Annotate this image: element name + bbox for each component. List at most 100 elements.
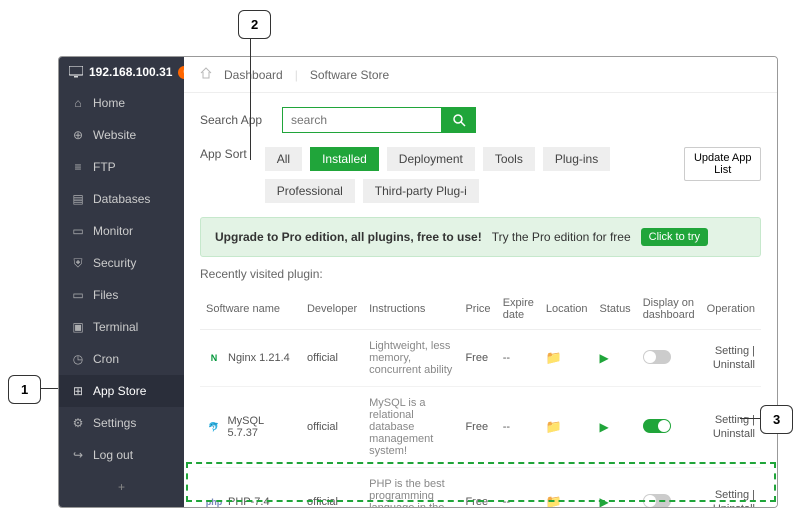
sidebar-icon: ▭: [71, 224, 85, 238]
col-header: Display on dashboard: [637, 289, 701, 330]
sidebar-icon: ⊕: [71, 128, 85, 142]
main-panel: Dashboard | Software Store Search App Ap…: [184, 57, 777, 507]
col-header: Software name: [200, 289, 301, 330]
setting-link[interactable]: Setting: [715, 345, 749, 357]
sidebar-item-terminal[interactable]: ▣ Terminal: [59, 311, 184, 343]
col-header: Operation: [701, 289, 761, 330]
sidebar-add[interactable]: +: [59, 471, 184, 503]
sidebar-icon: ⚙: [71, 416, 85, 430]
sidebar-item-files[interactable]: ▭ Files: [59, 279, 184, 311]
app-icon: 🐬: [206, 419, 221, 435]
software-name[interactable]: PHP-7.4: [228, 496, 270, 507]
banner-text-2: Try the Pro edition for free: [492, 230, 631, 244]
status-running-icon[interactable]: ▶: [600, 351, 609, 365]
breadcrumb-dashboard[interactable]: Dashboard: [224, 68, 283, 82]
recent-label: Recently visited plugin:: [200, 267, 761, 281]
sidebar-icon: ≡: [71, 160, 85, 174]
tab-deployment[interactable]: Deployment: [387, 147, 475, 171]
callout-3: 3: [760, 405, 793, 434]
sidebar-item-label: Website: [93, 128, 136, 142]
tab-plug-ins[interactable]: Plug-ins: [543, 147, 610, 171]
folder-icon[interactable]: 📁: [546, 494, 562, 507]
uninstall-link[interactable]: Uninstall: [713, 503, 755, 507]
status-running-icon[interactable]: ▶: [600, 495, 609, 507]
display-toggle[interactable]: [643, 494, 671, 508]
expire-date: --: [497, 387, 540, 468]
tab-all[interactable]: All: [265, 147, 302, 171]
banner-text-1: Upgrade to Pro edition, all plugins, fre…: [215, 230, 482, 244]
tab-installed[interactable]: Installed: [310, 147, 379, 171]
col-header: Price: [459, 289, 496, 330]
col-header: Status: [594, 289, 637, 330]
display-toggle[interactable]: [643, 350, 671, 364]
sidebar-item-label: Monitor: [93, 224, 133, 238]
tab-tools[interactable]: Tools: [483, 147, 535, 171]
sidebar-icon: ↪: [71, 448, 85, 462]
uninstall-link[interactable]: Uninstall: [713, 428, 755, 440]
status-running-icon[interactable]: ▶: [600, 420, 609, 434]
setting-link[interactable]: Setting: [715, 414, 749, 426]
callout-1: 1: [8, 375, 41, 404]
home-icon: [200, 67, 212, 82]
table-row: 🐬 MySQL 5.7.37officialMySQL is a relation…: [200, 387, 761, 468]
table-row: phpPHP-7.4officialPHP is the best progra…: [200, 468, 761, 508]
sidebar-item-databases[interactable]: ▤Databases: [59, 183, 184, 215]
search-input[interactable]: [282, 107, 442, 133]
sidebar-item-label: FTP: [93, 160, 116, 174]
sidebar-item-label: Settings: [93, 416, 136, 430]
server-ip: 192.168.100.31: [89, 65, 172, 79]
sidebar-item-security[interactable]: ⛨Security: [59, 247, 184, 279]
tab-professional[interactable]: Professional: [265, 179, 355, 203]
app-icon: N: [206, 350, 222, 366]
price: Free: [459, 330, 496, 387]
sidebar-icon: ▣: [71, 320, 85, 334]
setting-link[interactable]: Setting: [715, 489, 749, 501]
sidebar-icon: ◷: [71, 352, 85, 366]
table-row: NNginx 1.21.4officialLightweight, less m…: [200, 330, 761, 387]
display-toggle[interactable]: [643, 419, 671, 433]
col-header: Expire date: [497, 289, 540, 330]
uninstall-link[interactable]: Uninstall: [713, 359, 755, 371]
tab-third-party-plug-i[interactable]: Third-party Plug-i: [363, 179, 479, 203]
sidebar-item-label: App Store: [93, 384, 146, 398]
breadcrumb-software-store: Software Store: [310, 68, 389, 82]
sidebar-icon: ▭: [71, 288, 85, 302]
expire-date: --: [497, 330, 540, 387]
sidebar-item-ftp[interactable]: ≡ FTP: [59, 151, 184, 183]
folder-icon[interactable]: 📁: [546, 350, 562, 365]
app-icon: php: [206, 494, 222, 507]
sidebar-item-app-store[interactable]: ⊞ App Store: [59, 375, 184, 407]
sidebar-item-settings[interactable]: ⚙ Settings: [59, 407, 184, 439]
developer: official: [301, 330, 363, 387]
update-app-list-button[interactable]: Update App List: [684, 147, 761, 181]
pro-banner: Upgrade to Pro edition, all plugins, fre…: [200, 217, 761, 257]
developer: official: [301, 468, 363, 508]
search-icon: [452, 113, 466, 127]
software-name[interactable]: Nginx 1.21.4: [228, 352, 290, 364]
sidebar-item-label: Home: [93, 96, 125, 110]
folder-icon[interactable]: 📁: [546, 419, 562, 434]
expire-date: --: [497, 468, 540, 508]
sidebar-item-cron[interactable]: ◷Cron: [59, 343, 184, 375]
search-label: Search App: [200, 113, 270, 127]
sidebar-item-monitor[interactable]: ▭ Monitor: [59, 215, 184, 247]
price: Free: [459, 468, 496, 508]
software-name[interactable]: MySQL 5.7.37: [227, 415, 295, 439]
developer: official: [301, 387, 363, 468]
search-button[interactable]: [442, 107, 476, 133]
col-header: Instructions: [363, 289, 459, 330]
price: Free: [459, 387, 496, 468]
breadcrumb: Dashboard | Software Store: [184, 57, 777, 93]
sidebar-item-website[interactable]: ⊕ Website: [59, 119, 184, 151]
sidebar-icon: ⊞: [71, 384, 85, 398]
sidebar-item-label: Files: [93, 288, 118, 302]
sort-label: App Sort: [200, 147, 253, 161]
click-to-try-button[interactable]: Click to try: [641, 228, 708, 246]
sidebar-item-home[interactable]: ⌂ Home: [59, 87, 184, 119]
sidebar-icon: ⌂: [71, 96, 85, 110]
sidebar-item-label: Terminal: [93, 320, 138, 334]
col-header: Developer: [301, 289, 363, 330]
instructions: MySQL is a relational database managemen…: [363, 387, 459, 468]
sidebar-item-label: Security: [93, 256, 136, 270]
sidebar-item-log-out[interactable]: ↪Log out: [59, 439, 184, 471]
